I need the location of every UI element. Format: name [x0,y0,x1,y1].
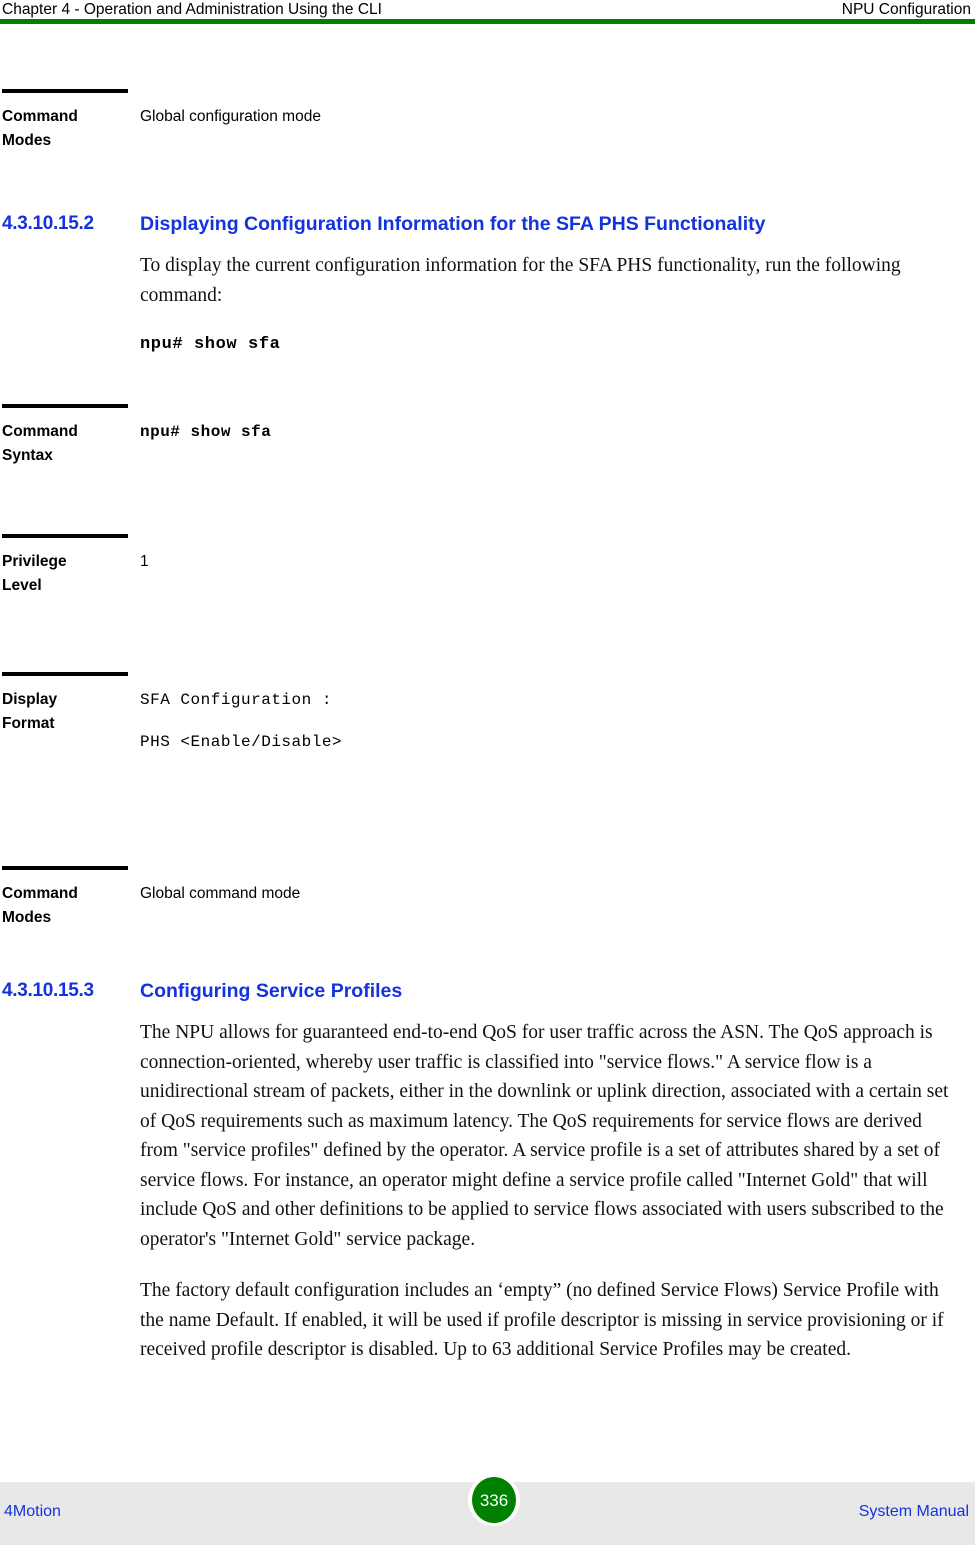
section-2-body: The NPU allows for guaranteed end-to-end… [140,1018,950,1365]
row-label-line1: Command [2,885,78,902]
section-number: 4.3.10.15.3 [2,980,94,1001]
page-number-badge: 336 [468,1474,520,1526]
table-row-command-modes-2: Command Modes Global command mode [2,866,975,930]
section-title: Displaying Configuration Information for… [140,213,766,235]
row-label-line1: Display [2,691,58,708]
row-label-line2: Modes [2,132,52,149]
spacer-after-command-modes-1 [0,153,975,211]
row-label-privilege-level: Privilege Level [2,534,140,598]
row-value-privilege-level: 1 [140,553,149,570]
section-heading-4-3-10-15-2: 4.3.10.15.2 Displaying Configuration Inf… [2,211,975,237]
header-section-title: NPU Configuration [841,1,971,18]
row-top-rule [2,404,128,408]
page-number-disc: 336 [472,1477,516,1523]
page-header: Chapter 4 - Operation and Administration… [0,0,975,25]
row-label-command-syntax: Command Syntax [2,404,140,468]
spacer-after-command-syntax [0,468,975,534]
row-label-line1: Privilege [2,553,67,570]
row-label-display-format: Display Format [2,672,140,754]
page-number-text: 336 [479,1490,509,1510]
row-top-rule [2,534,128,538]
row-label-line2: Syntax [2,447,53,464]
table-row-command-modes-1: Command Modes Global configuration mode [2,89,975,153]
spacer-top [0,25,975,59]
spacer-after-privilege-level [0,598,975,672]
spacer-before-command-1 [0,310,975,334]
spacer-after-heading-1 [0,237,975,251]
row-label-line2: Modes [2,909,52,926]
table-row-display-format: Display Format SFA Configuration : PHS <… [2,672,975,754]
page-content: Command Modes Global configuration mode … [0,25,975,1365]
section-title: Configuring Service Profiles [140,980,403,1002]
row-top-rule [2,89,128,93]
header-green-rule [0,19,975,24]
section-2-paragraph-1: The NPU allows for guaranteed end-to-end… [140,1022,949,1250]
header-chapter-title: Chapter 4 - Operation and Administration… [2,1,382,18]
row-label-command-modes-2: Command Modes [2,866,140,930]
display-format-line-2: PHS <Enable/Disable> [140,733,343,751]
spacer-after-display-format [0,754,975,866]
row-top-rule [2,866,128,870]
row-label-line1: Command [2,423,78,440]
row-label-line2: Level [2,577,42,594]
footer-manual-name: System Manual [858,1503,969,1520]
row-top-rule [2,672,128,676]
row-value-command-modes-2: Global command mode [140,885,301,902]
section-number: 4.3.10.15.2 [2,213,94,234]
spacer-after-command-1 [0,356,975,404]
row-label-command-modes: Command Modes [2,89,140,153]
row-value-command-syntax: npu# show sfa [140,423,272,441]
row-value-display-format: SFA Configuration : PHS <Enable/Disable> [140,672,975,754]
section-1-intro-paragraph: To display the current configuration inf… [140,255,901,306]
row-value-command-modes: Global configuration mode [140,108,321,125]
section-1-body: To display the current configuration inf… [140,251,950,310]
row-label-line1: Command [2,108,78,125]
footer-product-name: 4Motion [4,1503,61,1520]
command-line-show-sfa: npu# show sfa [140,335,281,354]
table-row-command-syntax: Command Syntax npu# show sfa [2,404,975,468]
display-format-line-1: SFA Configuration : [140,691,332,709]
table-row-privilege-level: Privilege Level 1 [2,534,975,598]
spacer-after-heading-2 [0,1004,975,1018]
page-footer: 4Motion 336 System Manual [0,1474,975,1545]
section-heading-4-3-10-15-3: 4.3.10.15.3 Configuring Service Profiles [2,978,975,1004]
section-2-paragraph-2: The factory default configuration includ… [140,1280,944,1360]
spacer-after-command-modes-2 [0,930,975,978]
row-label-line2: Format [2,715,55,732]
spacer-top-extra [0,59,975,89]
